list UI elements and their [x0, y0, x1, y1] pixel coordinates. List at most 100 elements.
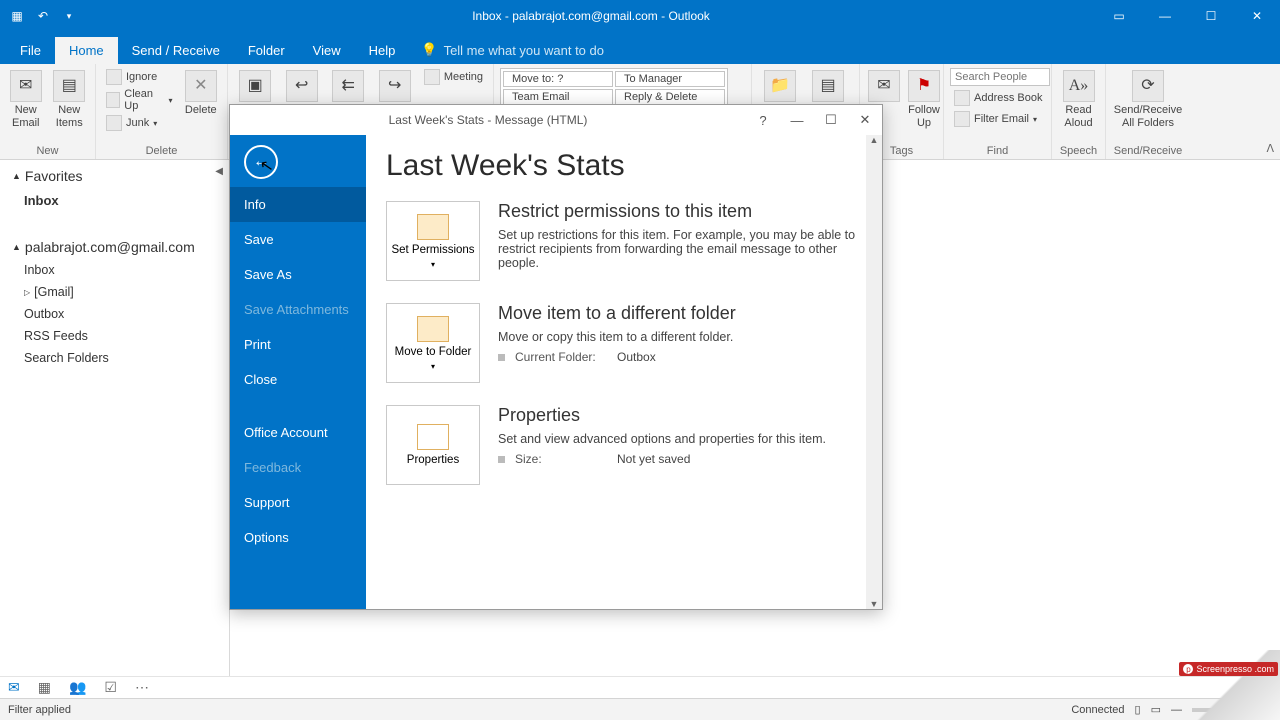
backstage-info[interactable]: Info — [230, 187, 366, 222]
modal-title: Last Week's Stats - Message (HTML) — [230, 113, 746, 127]
quickstep-tomanager[interactable]: To Manager — [615, 71, 725, 87]
group-label-sendreceive: Send/Receive — [1112, 143, 1184, 157]
tab-help[interactable]: Help — [355, 37, 410, 64]
properties-icon — [417, 424, 449, 450]
forward-icon: ↪ — [379, 70, 411, 102]
archive-icon: ▣ — [239, 70, 271, 102]
backstage-account[interactable]: Office Account — [230, 415, 366, 450]
modal-maximize-icon[interactable]: ☐ — [814, 105, 848, 135]
new-email-button[interactable]: ✉New Email — [6, 68, 46, 132]
send-receive-all-button[interactable]: ⟳Send/Receive All Folders — [1112, 68, 1184, 132]
people-icon[interactable]: 👥 — [69, 679, 86, 696]
new-items-button[interactable]: ▤New Items — [50, 68, 90, 132]
delete-button[interactable]: ✕Delete — [181, 68, 221, 119]
zoom-out-icon[interactable]: — — [1171, 704, 1182, 716]
view-reading-icon[interactable]: ▭ — [1151, 703, 1161, 716]
message-info-window: Last Week's Stats - Message (HTML) ? — ☐… — [229, 104, 883, 610]
tasks-icon[interactable]: ☑ — [104, 679, 117, 696]
junk-icon — [106, 115, 122, 131]
quickstep-moveto[interactable]: Move to: ? — [503, 71, 613, 87]
unread-icon: ✉ — [868, 70, 900, 102]
backstage-saveas[interactable]: Save As — [230, 257, 366, 292]
properties-button[interactable]: Properties — [386, 405, 480, 485]
folder-inbox[interactable]: Inbox — [0, 259, 229, 281]
close-icon[interactable]: ✕ — [1234, 0, 1280, 32]
quickstep-teamemail[interactable]: Team Email — [503, 89, 613, 105]
backstage-options[interactable]: Options — [230, 520, 366, 555]
favorites-header[interactable]: ▲Favorites — [0, 160, 229, 188]
followup-button[interactable]: ⚑Follow Up — [906, 68, 942, 132]
zoom-slider[interactable] — [1192, 708, 1272, 712]
folder-search[interactable]: Search Folders — [0, 347, 229, 369]
reply-all-button[interactable]: ⇇ — [327, 68, 369, 104]
tab-home[interactable]: Home — [55, 37, 118, 64]
backstage-support[interactable]: Support — [230, 485, 366, 520]
content-scrollbar[interactable]: ▲▼ — [866, 135, 882, 609]
move-button[interactable]: 📁 — [758, 68, 802, 104]
collapse-pane-icon[interactable]: ◀ — [215, 166, 223, 177]
folder-outbox[interactable]: Outbox — [0, 303, 229, 325]
backstage-saveatt: Save Attachments — [230, 292, 366, 327]
group-label-find: Find — [950, 143, 1045, 157]
tab-send-receive[interactable]: Send / Receive — [118, 37, 234, 64]
set-permissions-button[interactable]: Set Permissions▾ — [386, 201, 480, 281]
filter-icon — [954, 111, 970, 127]
quickstep-replydelete[interactable]: Reply & Delete — [615, 89, 725, 105]
mail-icon[interactable]: ✉ — [8, 679, 20, 696]
rules-icon: ▤ — [812, 70, 844, 102]
cleanup-button[interactable]: Clean Up▾ — [102, 87, 177, 113]
read-aloud-icon: A» — [1063, 70, 1095, 102]
group-label-new: New — [6, 143, 89, 157]
folder-rss[interactable]: RSS Feeds — [0, 325, 229, 347]
collapse-ribbon-icon[interactable]: ᐱ — [1266, 142, 1274, 155]
forward-button[interactable]: ↪ — [373, 68, 415, 104]
maximize-icon[interactable]: ☐ — [1188, 0, 1234, 32]
ignore-icon — [106, 69, 122, 85]
search-people-input[interactable] — [950, 68, 1050, 86]
navigation-bar: ✉ ▦ 👥 ☑ ⋯ — [0, 676, 1280, 698]
modal-minimize-icon[interactable]: — — [780, 105, 814, 135]
back-button[interactable]: ← — [244, 145, 278, 179]
backstage-close[interactable]: Close — [230, 362, 366, 397]
flag-icon: ⚑ — [908, 70, 940, 102]
backstage-print[interactable]: Print — [230, 327, 366, 362]
qat-dropdown-icon[interactable]: ▾ — [60, 7, 78, 25]
archive-button[interactable]: ▣ — [234, 68, 276, 104]
tell-me-label: Tell me what you want to do — [444, 43, 604, 58]
addressbook-icon — [954, 90, 970, 106]
rules-button[interactable]: ▤ — [806, 68, 850, 104]
tab-file[interactable]: File — [6, 37, 55, 64]
account-header[interactable]: ▲palabrajot.com@gmail.com — [0, 231, 229, 259]
backstage-save[interactable]: Save — [230, 222, 366, 257]
backstage-nav: ← Info Save Save As Save Attachments Pri… — [230, 135, 366, 609]
junk-button[interactable]: Junk▾ — [102, 114, 177, 132]
more-icon[interactable]: ⋯ — [135, 679, 149, 696]
reply-button[interactable]: ↩ — [280, 68, 322, 104]
ribbon-display-icon[interactable]: ▭ — [1096, 0, 1142, 32]
minimize-icon[interactable]: — — [1142, 0, 1188, 32]
move-folder-icon — [417, 316, 449, 342]
permissions-icon — [417, 214, 449, 240]
tab-view[interactable]: View — [299, 37, 355, 64]
favorites-inbox[interactable]: Inbox — [0, 188, 229, 213]
window-title: Inbox - palabrajot.com@gmail.com - Outlo… — [86, 9, 1096, 23]
folder-gmail[interactable]: ▷[Gmail] — [0, 281, 229, 303]
filter-email-button[interactable]: Filter Email▾ — [950, 110, 1050, 128]
meeting-button[interactable]: Meeting — [420, 68, 487, 86]
status-filter: Filter applied — [8, 704, 71, 716]
tell-me-search[interactable]: 💡 Tell me what you want to do — [409, 36, 616, 64]
address-book-button[interactable]: Address Book — [950, 89, 1050, 107]
modal-close-icon[interactable]: ✕ — [848, 105, 882, 135]
read-aloud-button[interactable]: A»Read Aloud — [1058, 68, 1099, 132]
modal-help-icon[interactable]: ? — [746, 105, 780, 135]
unread-button[interactable]: ✉ — [866, 68, 902, 104]
calendar-icon[interactable]: ▦ — [38, 679, 51, 696]
ignore-button[interactable]: Ignore — [102, 68, 177, 86]
undo-icon[interactable]: ↶ — [34, 7, 52, 25]
view-normal-icon[interactable]: ▯ — [1135, 703, 1141, 716]
new-email-icon: ✉ — [10, 70, 42, 102]
backstage-feedback: Feedback — [230, 450, 366, 485]
move-body: Move or copy this item to a different fo… — [498, 330, 862, 344]
move-to-folder-button[interactable]: Move to Folder▾ — [386, 303, 480, 383]
tab-folder[interactable]: Folder — [234, 37, 299, 64]
